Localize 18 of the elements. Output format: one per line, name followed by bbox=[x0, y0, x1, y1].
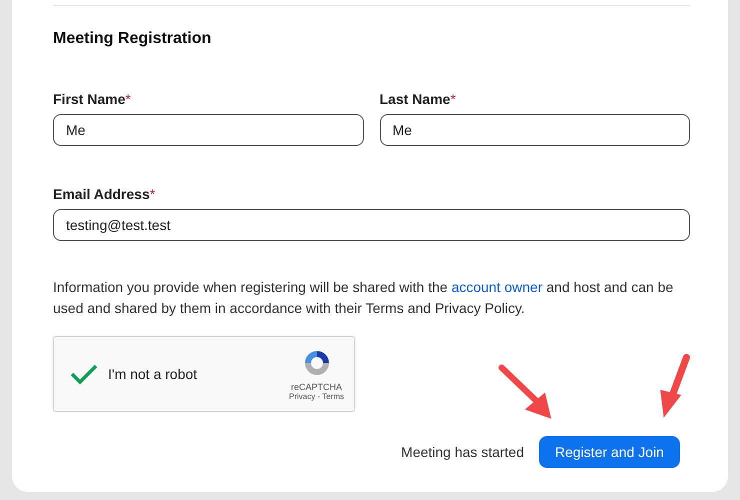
required-mark: * bbox=[450, 91, 456, 107]
field-label: First Name bbox=[53, 91, 126, 107]
required-mark: * bbox=[125, 91, 131, 107]
captcha-links[interactable]: Privacy - Terms bbox=[289, 392, 344, 401]
account-owner-link[interactable]: account owner bbox=[451, 279, 542, 295]
section-heading: Meeting Registration bbox=[53, 30, 212, 48]
captcha-brand: reCAPTCHA bbox=[291, 382, 342, 392]
captcha-label: I'm not a robot bbox=[108, 366, 198, 382]
checkmark-icon[interactable] bbox=[70, 363, 98, 385]
register-join-button[interactable]: Register and Join bbox=[539, 436, 680, 468]
input-field[interactable]: Me bbox=[53, 114, 364, 146]
privacy-notice: Information you provide when registering will be shared with the account owner and host and can be used and shared by them in accordance with their Terms and Privacy Policy. bbox=[53, 278, 674, 318]
required-mark: * bbox=[150, 186, 156, 202]
field-label: Email Address bbox=[53, 186, 150, 202]
field-label: Last Name bbox=[380, 91, 450, 107]
status-text: Meeting has started bbox=[401, 444, 524, 460]
input-field[interactable]: Me bbox=[380, 114, 690, 146]
input-field[interactable]: testing@test.test bbox=[53, 209, 690, 241]
